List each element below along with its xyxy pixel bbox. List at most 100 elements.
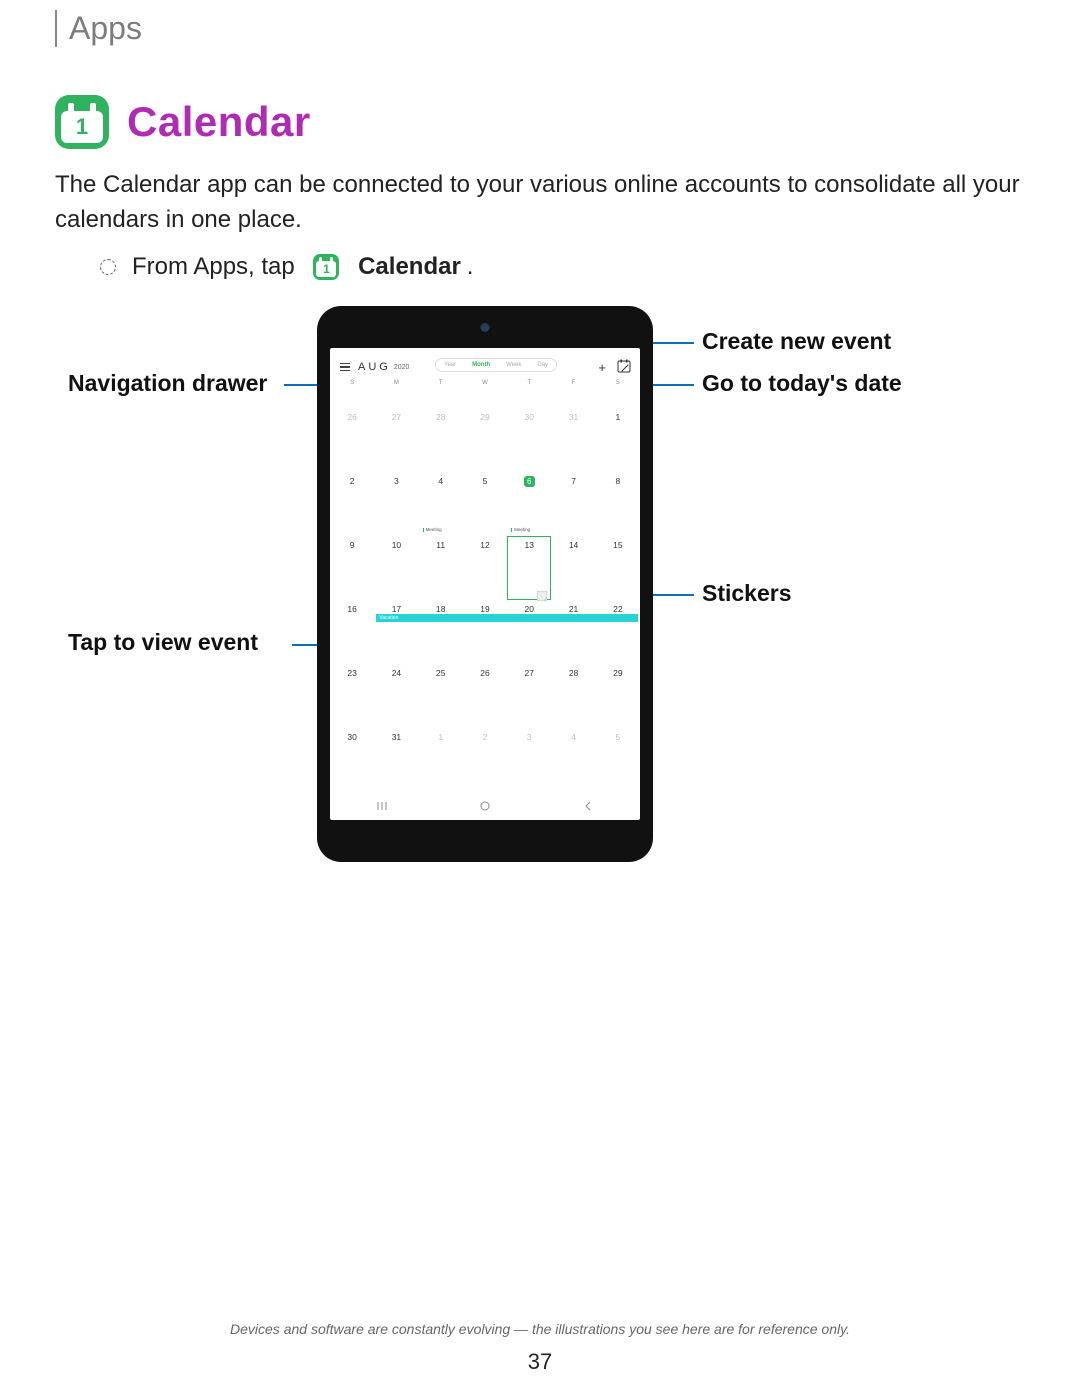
view-day[interactable]: Day — [529, 359, 556, 371]
calendar-day-cell[interactable]: 19 — [463, 600, 507, 664]
calendar-day-cell[interactable]: 31 — [374, 728, 418, 792]
calendar-day-cell[interactable]: 24 — [374, 664, 418, 728]
callout-goto-today: Go to today's date — [702, 370, 902, 397]
calendar-day-cell[interactable]: 11 — [419, 536, 463, 600]
instruction-suffix: . — [467, 253, 474, 281]
calendar-day-cell[interactable]: 3 — [374, 472, 418, 536]
dow-cell: F — [551, 380, 595, 394]
app-heading: 1 Calendar — [55, 95, 311, 149]
home-icon[interactable] — [478, 799, 492, 813]
month-label[interactable]: AUG — [358, 361, 391, 373]
calendar-day-cell[interactable]: 22 — [596, 600, 640, 664]
dow-cell: S — [596, 380, 640, 394]
calendar-day-cell[interactable]: 28 — [419, 408, 463, 472]
section-header: Apps — [55, 10, 142, 47]
calendar-day-cell[interactable]: 26 — [463, 664, 507, 728]
today-button[interactable] — [616, 358, 632, 374]
tablet-camera — [481, 323, 490, 332]
calendar-day-cell[interactable]: 30 — [507, 408, 551, 472]
dow-cell: T — [419, 380, 463, 394]
instruction-appname: Calendar — [358, 253, 461, 281]
year-label: 2020 — [394, 364, 410, 371]
page-number: 37 — [0, 1349, 1080, 1375]
dow-cell: T — [507, 380, 551, 394]
view-selector[interactable]: Year Month Week Day — [435, 358, 557, 372]
calendar-day-cell[interactable]: 9 — [330, 536, 374, 600]
calendar-app-icon-small: 1 — [313, 254, 339, 280]
tablet-screen: AUG 2020 Year Month Week Day + — [330, 348, 640, 820]
calendar-day-cell[interactable]: 20 — [507, 600, 551, 664]
calendar-day-cell[interactable]: 4Meeting — [419, 472, 463, 536]
calendar-day-cell[interactable]: 16 — [330, 600, 374, 664]
calendar-day-cell[interactable]: 4 — [551, 728, 595, 792]
dow-cell: M — [374, 380, 418, 394]
day-of-week-row: S M T W T F S — [330, 380, 640, 394]
calendar-day-cell[interactable]: 2 — [463, 728, 507, 792]
calendar-day-cell[interactable]: 29 — [463, 408, 507, 472]
sticker-icon[interactable] — [537, 588, 547, 598]
calendar-day-cell[interactable]: 14 — [551, 536, 595, 600]
calendar-week-row: 234Meeting56Meeting78 — [330, 472, 640, 536]
event-bar-vacation[interactable]: Vacation — [376, 614, 638, 622]
intro-paragraph: The Calendar app can be connected to you… — [55, 168, 1025, 238]
dow-cell: W — [463, 380, 507, 394]
calendar-day-cell[interactable]: 2 — [330, 472, 374, 536]
calendar-day-cell[interactable]: 1 — [419, 728, 463, 792]
calendar-icon-day: 1 — [61, 111, 103, 143]
calendar-day-cell[interactable]: 30 — [330, 728, 374, 792]
tablet-illustration: AUG 2020 Year Month Week Day + — [317, 306, 653, 862]
calendar-day-cell[interactable]: 18 — [419, 600, 463, 664]
hamburger-icon[interactable] — [340, 363, 350, 371]
calendar-day-cell[interactable]: 27 — [507, 664, 551, 728]
calendar-week-row: 303112345 — [330, 728, 640, 792]
calendar-grid: 2627282930311234Meeting56Meeting78910111… — [330, 394, 640, 792]
calendar-day-cell[interactable]: 8 — [596, 472, 640, 536]
callout-tap-view: Tap to view event — [68, 629, 258, 656]
calendar-day-cell[interactable]: 15 — [596, 536, 640, 600]
add-event-button[interactable]: + — [598, 360, 606, 375]
calendar-app-icon: 1 — [55, 95, 109, 149]
calendar-icon-day-small: 1 — [316, 261, 336, 277]
instruction-prefix: From Apps, tap — [132, 253, 295, 281]
android-navbar — [330, 796, 640, 816]
calendar-day-cell[interactable]: 7 — [551, 472, 595, 536]
manual-page: Apps 1 Calendar The Calendar app can be … — [0, 0, 1080, 1397]
calendar-day-cell[interactable]: 5 — [596, 728, 640, 792]
event-chip[interactable]: Meeting — [423, 528, 442, 533]
calendar-day-cell[interactable]: 5 — [463, 472, 507, 536]
calendar-day-cell[interactable]: 17 — [374, 600, 418, 664]
calendar-header: AUG 2020 Year Month Week Day + — [330, 355, 640, 379]
view-month[interactable]: Month — [464, 359, 498, 371]
recents-icon[interactable] — [375, 799, 389, 813]
back-icon[interactable] — [581, 799, 595, 813]
calendar-week-row: 23242526272829 — [330, 664, 640, 728]
instruction-line: From Apps, tap 1 Calendar. — [100, 253, 473, 281]
calendar-day-cell[interactable]: 28 — [551, 664, 595, 728]
event-chip[interactable]: Meeting — [511, 528, 530, 533]
calendar-day-cell[interactable]: 6Meeting — [507, 472, 551, 536]
calendar-day-cell[interactable]: 21 — [551, 600, 595, 664]
calendar-day-cell[interactable]: 23 — [330, 664, 374, 728]
calendar-day-cell[interactable]: 26 — [330, 408, 374, 472]
app-title: Calendar — [127, 98, 311, 146]
callout-nav-drawer: Navigation drawer — [68, 370, 267, 397]
calendar-day-cell[interactable]: 31 — [551, 408, 595, 472]
calendar-day-cell[interactable]: 10 — [374, 536, 418, 600]
calendar-day-cell[interactable]: 1 — [596, 408, 640, 472]
callout-create-event: Create new event — [702, 328, 891, 355]
calendar-week-row: 2627282930311 — [330, 408, 640, 472]
calendar-day-cell[interactable]: 25 — [419, 664, 463, 728]
view-year[interactable]: Year — [436, 359, 464, 371]
callout-stickers: Stickers — [702, 580, 792, 607]
calendar-day-cell[interactable]: 27 — [374, 408, 418, 472]
calendar-week-row: 9101112131415 — [330, 536, 640, 600]
dow-cell: S — [330, 380, 374, 394]
calendar-day-cell[interactable]: 12 — [463, 536, 507, 600]
view-week[interactable]: Week — [498, 359, 529, 371]
bullet-icon — [100, 259, 116, 275]
footer-disclaimer: Devices and software are constantly evol… — [0, 1321, 1080, 1337]
today-icon — [616, 358, 632, 374]
calendar-day-cell[interactable]: 3 — [507, 728, 551, 792]
calendar-week-row: 16171819202122 — [330, 600, 640, 664]
calendar-day-cell[interactable]: 29 — [596, 664, 640, 728]
